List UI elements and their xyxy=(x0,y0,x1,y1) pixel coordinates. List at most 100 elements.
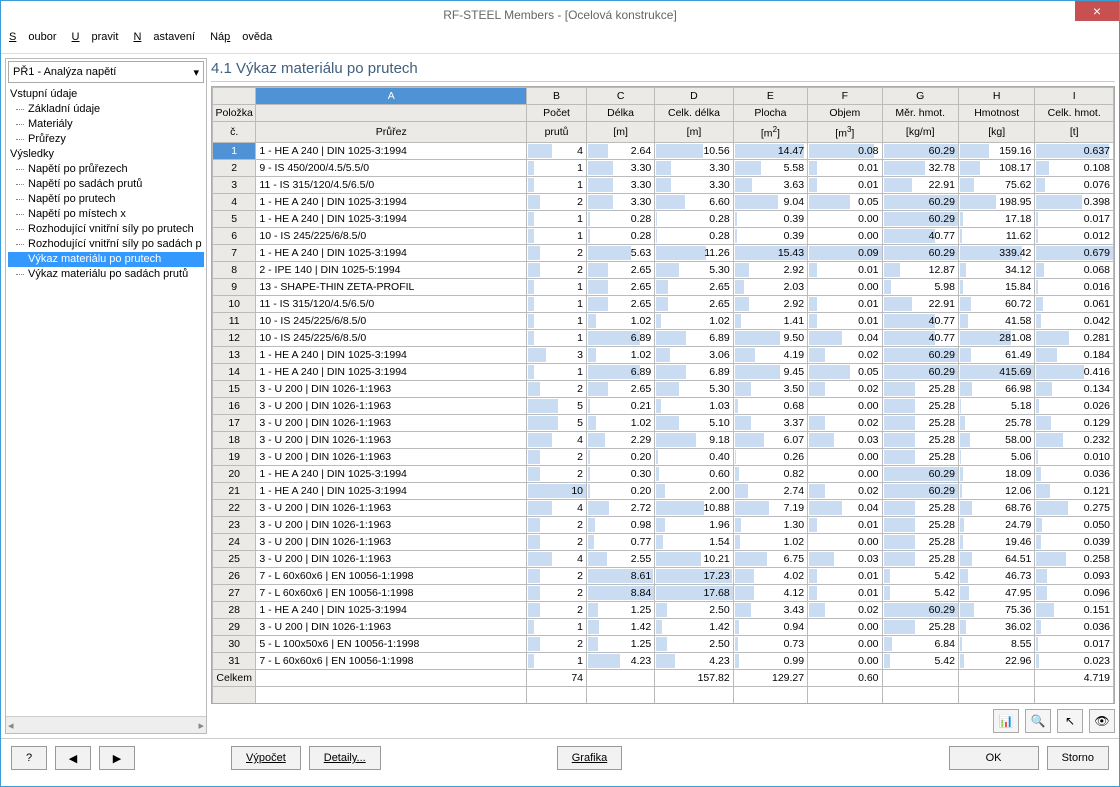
cell[interactable]: 60.29 xyxy=(882,142,958,159)
cell[interactable]: 11.62 xyxy=(958,227,1034,244)
row-header[interactable]: 18 xyxy=(213,431,256,448)
storno-button[interactable]: Storno xyxy=(1047,746,1109,770)
cell[interactable]: 0.04 xyxy=(808,499,882,516)
tree-np-prutech[interactable]: Napětí po prutech xyxy=(8,192,204,207)
cell[interactable]: 3.30 xyxy=(587,176,655,193)
cell[interactable]: 6.60 xyxy=(655,193,734,210)
col-header[interactable]: Průřez xyxy=(256,122,527,143)
col-header[interactable]: H xyxy=(958,88,1034,105)
cell[interactable]: 19.46 xyxy=(958,533,1034,550)
cell[interactable]: 4 xyxy=(527,142,587,159)
table-row[interactable]: 277 - L 60x60x6 | EN 10056-1:199828.8417… xyxy=(213,584,1114,601)
tree-roz-prutech[interactable]: Rozhodující vnitřní síly po prutech xyxy=(8,222,204,237)
row-header[interactable]: 24 xyxy=(213,533,256,550)
cell[interactable]: 61.49 xyxy=(958,346,1034,363)
cell[interactable]: 25.28 xyxy=(882,431,958,448)
cell[interactable]: 1.25 xyxy=(587,601,655,618)
col-header[interactable]: I xyxy=(1035,88,1114,105)
cell[interactable]: 0.121 xyxy=(1035,482,1114,499)
cell[interactable]: 41.58 xyxy=(958,312,1034,329)
cell[interactable]: 7 - L 60x60x6 | EN 10056-1:1998 xyxy=(256,584,527,601)
cell[interactable]: 1.02 xyxy=(733,533,807,550)
menu-nastaveni[interactable]: Nastavení xyxy=(133,31,195,43)
cell[interactable]: 1.25 xyxy=(587,635,655,652)
tree-vysledky[interactable]: Výsledky xyxy=(8,147,204,162)
cell[interactable]: 60.29 xyxy=(882,601,958,618)
table-row[interactable]: 51 - HE A 240 | DIN 1025-3:199410.280.28… xyxy=(213,210,1114,227)
cell[interactable]: 0.017 xyxy=(1035,210,1114,227)
col-header[interactable]: E xyxy=(733,88,807,105)
cell[interactable]: 2.00 xyxy=(655,482,734,499)
table-row[interactable]: 281 - HE A 240 | DIN 1025-3:199421.252.5… xyxy=(213,601,1114,618)
table-row[interactable]: 317 - L 60x60x6 | EN 10056-1:199814.234.… xyxy=(213,652,1114,669)
cell[interactable]: 10.56 xyxy=(655,142,734,159)
cell[interactable]: 0.01 xyxy=(808,312,882,329)
cell[interactable]: 10.88 xyxy=(655,499,734,516)
cell[interactable]: 0.01 xyxy=(808,176,882,193)
cell[interactable]: 2 xyxy=(527,244,587,261)
col-header[interactable]: Položka xyxy=(213,105,256,122)
tree-zaklad[interactable]: Základní údaje xyxy=(8,102,204,117)
cell[interactable]: 4.02 xyxy=(733,567,807,584)
cell[interactable]: 3.30 xyxy=(655,176,734,193)
table-row[interactable]: 183 - U 200 | DIN 1026-1:196342.299.186.… xyxy=(213,431,1114,448)
cell[interactable]: 36.02 xyxy=(958,618,1034,635)
cell[interactable]: 25.28 xyxy=(882,397,958,414)
table-row[interactable]: 1110 - IS 245/225/6/8.5/011.021.021.410.… xyxy=(213,312,1114,329)
cell[interactable]: 0.036 xyxy=(1035,465,1114,482)
cell[interactable]: 0.73 xyxy=(733,635,807,652)
tool-export-icon[interactable]: 📊 xyxy=(993,709,1019,733)
cell[interactable]: 8.84 xyxy=(587,584,655,601)
table-row[interactable]: 913 - SHAPE-THIN ZETA-PROFIL12.652.652.0… xyxy=(213,278,1114,295)
table-row[interactable]: 11 - HE A 240 | DIN 1025-3:199442.6410.5… xyxy=(213,142,1114,159)
cell[interactable]: 1 xyxy=(527,227,587,244)
row-header[interactable]: 25 xyxy=(213,550,256,567)
cell[interactable]: 5.58 xyxy=(733,159,807,176)
menu-napoveda[interactable]: Nápověda xyxy=(210,31,272,43)
tool-select-icon[interactable]: ↖ xyxy=(1057,709,1083,733)
cell[interactable]: 0.30 xyxy=(587,465,655,482)
tool-view-icon[interactable]: 👁 xyxy=(1089,709,1115,733)
cell[interactable]: 0.02 xyxy=(808,346,882,363)
cell[interactable]: 3 - U 200 | DIN 1026-1:1963 xyxy=(256,431,527,448)
cell[interactable]: 9.18 xyxy=(655,431,734,448)
cell[interactable]: 1 xyxy=(527,295,587,312)
col-header[interactable] xyxy=(213,88,256,105)
table-row[interactable]: 163 - U 200 | DIN 1026-1:196350.211.030.… xyxy=(213,397,1114,414)
cell[interactable]: 7.19 xyxy=(733,499,807,516)
cell[interactable]: 2 xyxy=(527,601,587,618)
table-row[interactable]: 141 - HE A 240 | DIN 1025-3:199416.896.8… xyxy=(213,363,1114,380)
cell[interactable]: 5.42 xyxy=(882,584,958,601)
cell[interactable]: 5.06 xyxy=(958,448,1034,465)
cell[interactable]: 1.03 xyxy=(655,397,734,414)
cell[interactable]: 0.03 xyxy=(808,431,882,448)
loadcase-combo[interactable]: PŘ1 - Analýza napětí ▾ xyxy=(8,61,204,83)
cell[interactable]: 3 - U 200 | DIN 1026-1:1963 xyxy=(256,448,527,465)
cell[interactable]: 2 xyxy=(527,380,587,397)
cell[interactable]: 7 - L 60x60x6 | EN 10056-1:1998 xyxy=(256,567,527,584)
cell[interactable]: 1.41 xyxy=(733,312,807,329)
row-header[interactable]: 5 xyxy=(213,210,256,227)
close-button[interactable]: × xyxy=(1075,1,1119,21)
cell[interactable]: 0.09 xyxy=(808,244,882,261)
cell[interactable]: 4 xyxy=(527,499,587,516)
table-row[interactable]: 233 - U 200 | DIN 1026-1:196320.981.961.… xyxy=(213,516,1114,533)
cell[interactable]: 64.51 xyxy=(958,550,1034,567)
cell[interactable]: 0.061 xyxy=(1035,295,1114,312)
cell[interactable]: 4 xyxy=(527,550,587,567)
cell[interactable]: 2 xyxy=(527,635,587,652)
menu-upravit[interactable]: Upravit xyxy=(72,31,119,43)
cell[interactable]: 17.68 xyxy=(655,584,734,601)
cell[interactable]: 18.09 xyxy=(958,465,1034,482)
cell[interactable]: 68.76 xyxy=(958,499,1034,516)
col-header[interactable]: prutů xyxy=(527,122,587,143)
row-header[interactable]: 27 xyxy=(213,584,256,601)
cell[interactable]: 11 - IS 315/120/4.5/6.5/0 xyxy=(256,295,527,312)
cell[interactable]: 0.068 xyxy=(1035,261,1114,278)
cell[interactable]: 60.29 xyxy=(882,244,958,261)
cell[interactable]: 3.63 xyxy=(733,176,807,193)
row-header[interactable]: 21 xyxy=(213,482,256,499)
cell[interactable]: 1 xyxy=(527,363,587,380)
cell[interactable]: 0.00 xyxy=(808,397,882,414)
cell[interactable]: 25.78 xyxy=(958,414,1034,431)
